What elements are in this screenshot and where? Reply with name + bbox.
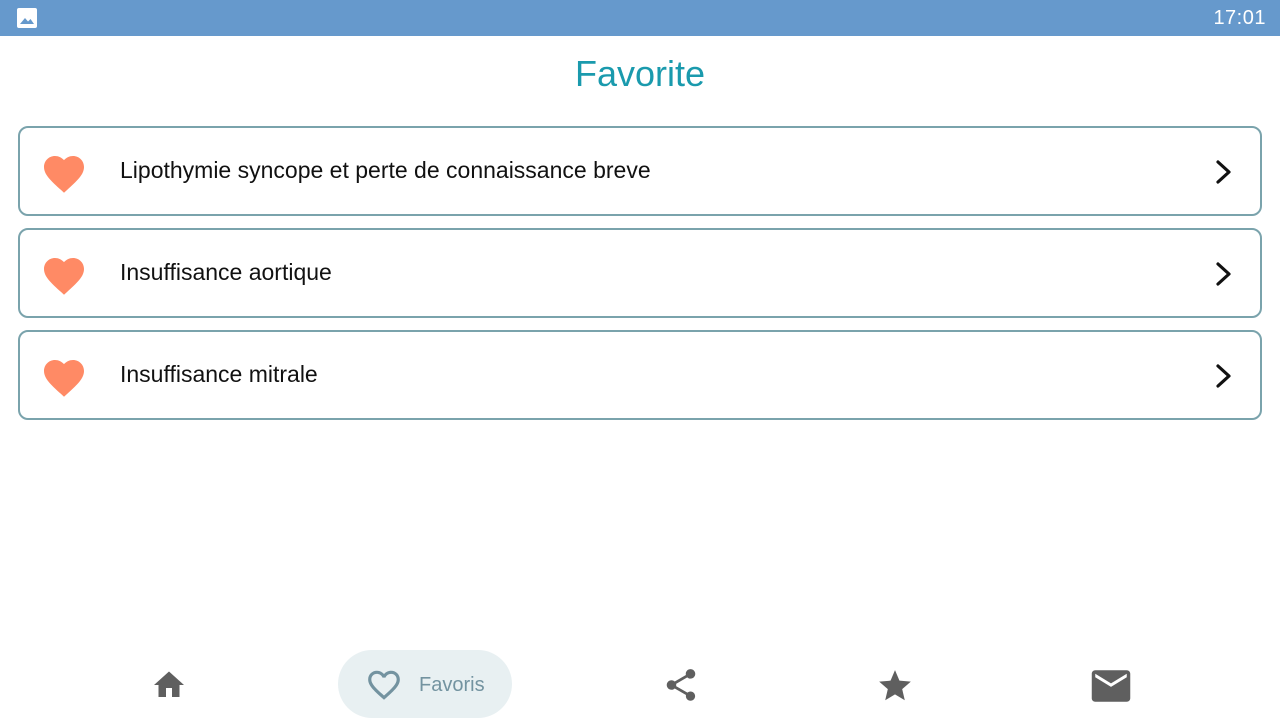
- favorite-item[interactable]: Insuffisance aortique: [18, 228, 1262, 318]
- nav-home-button[interactable]: [146, 650, 192, 720]
- share-icon: [666, 669, 696, 701]
- star-icon: [879, 670, 911, 701]
- favorite-item-label: Insuffisance mitrale: [120, 361, 318, 387]
- bottom-navigation: Favoris: [0, 650, 1280, 720]
- status-bar: 17:01: [0, 0, 1280, 36]
- nav-favoris-button[interactable]: Favoris: [338, 650, 512, 718]
- heart-icon[interactable]: [40, 150, 88, 194]
- favorite-item[interactable]: Insuffisance mitrale: [18, 330, 1262, 420]
- chevron-right-icon: [1214, 362, 1234, 390]
- heart-icon[interactable]: [40, 252, 88, 296]
- status-time: 17:01: [1213, 7, 1266, 29]
- image-icon: [16, 7, 38, 29]
- heart-icon[interactable]: [40, 354, 88, 398]
- home-icon: [154, 671, 184, 697]
- page-title: Favorite: [574, 53, 706, 94]
- mail-icon: [1091, 670, 1131, 702]
- favorite-item[interactable]: Lipothymie syncope et perte de connaissa…: [18, 126, 1262, 216]
- favorite-item-label: Lipothymie syncope et perte de connaissa…: [120, 157, 651, 183]
- chevron-right-icon: [1214, 158, 1234, 186]
- heart-outline-icon: [368, 670, 400, 700]
- nav-share-button[interactable]: [658, 650, 704, 720]
- chevron-right-icon: [1214, 260, 1234, 288]
- nav-favoris-label: Favoris: [419, 674, 485, 696]
- nav-contact-button[interactable]: [1088, 650, 1134, 720]
- nav-rate-button[interactable]: [872, 650, 918, 720]
- favorites-list: Lipothymie syncope et perte de connaissa…: [18, 126, 1262, 432]
- favorite-item-label: Insuffisance aortique: [120, 259, 332, 285]
